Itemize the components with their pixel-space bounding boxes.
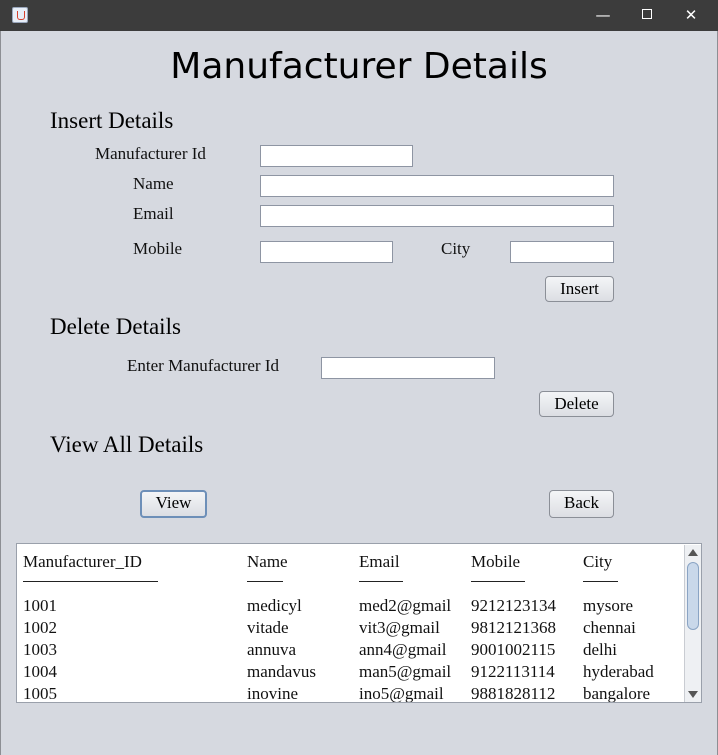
mobile-label: Mobile bbox=[133, 239, 183, 258]
vertical-scrollbar[interactable] bbox=[684, 545, 701, 702]
header-underline bbox=[471, 581, 525, 582]
column-header-city: City bbox=[583, 552, 613, 571]
table-cell: chennai bbox=[583, 618, 636, 637]
table-cell: 9812121368 bbox=[471, 618, 556, 637]
table-cell: 9122113114 bbox=[471, 662, 555, 681]
column-header-email: Email bbox=[359, 552, 400, 571]
maximize-button[interactable] bbox=[624, 0, 670, 31]
table-cell: vit3@gmail bbox=[359, 618, 440, 637]
delete-details-heading: Delete Details bbox=[50, 314, 181, 339]
name-label: Name bbox=[133, 174, 174, 193]
table-cell: hyderabad bbox=[583, 662, 654, 681]
table-cell: med2@gmail bbox=[359, 596, 452, 615]
scrollbar-thumb[interactable] bbox=[687, 562, 699, 630]
table-cell: medicyl bbox=[247, 596, 302, 615]
column-header-mobile: Mobile bbox=[471, 552, 521, 571]
name-input[interactable] bbox=[260, 175, 614, 197]
table-cell: 1004 bbox=[23, 662, 57, 681]
table-cell: man5@gmail bbox=[359, 662, 452, 681]
maximize-icon bbox=[642, 9, 652, 19]
close-button[interactable]: ✕ bbox=[668, 0, 714, 31]
table-cell: inovine bbox=[247, 684, 298, 703]
delete-manufacturer-id-input[interactable] bbox=[321, 357, 495, 379]
header-underline bbox=[583, 581, 618, 582]
city-label: City bbox=[441, 239, 471, 258]
table-cell: annuva bbox=[247, 640, 297, 659]
header-underline bbox=[23, 581, 158, 582]
mobile-input[interactable] bbox=[260, 241, 393, 263]
view-button[interactable]: View bbox=[140, 490, 207, 518]
table-cell: 9881828112 bbox=[471, 684, 556, 703]
header-underline bbox=[247, 581, 283, 582]
header-underline bbox=[359, 581, 403, 582]
table-cell: vitade bbox=[247, 618, 289, 637]
view-all-details-heading: View All Details bbox=[50, 432, 204, 457]
title-bar: — ✕ bbox=[0, 0, 718, 31]
table-cell: 1003 bbox=[23, 640, 57, 659]
back-button[interactable]: Back bbox=[549, 490, 614, 518]
email-input[interactable] bbox=[260, 205, 614, 227]
scroll-up-arrow-icon[interactable] bbox=[688, 549, 698, 556]
insert-button[interactable]: Insert bbox=[545, 276, 614, 302]
table-cell: delhi bbox=[583, 640, 617, 659]
manufacturer-id-input[interactable] bbox=[260, 145, 413, 167]
email-label: Email bbox=[133, 204, 174, 223]
insert-details-heading: Insert Details bbox=[50, 108, 174, 133]
column-header-manufacturer-id: Manufacturer_ID bbox=[23, 552, 142, 571]
enter-manufacturer-id-label: Enter Manufacturer Id bbox=[127, 356, 279, 375]
minimize-button[interactable]: — bbox=[580, 0, 626, 31]
table-cell: mandavus bbox=[247, 662, 316, 681]
table-cell: 1005 bbox=[23, 684, 57, 703]
manufacturer-id-label: Manufacturer Id bbox=[95, 144, 206, 163]
page-title: Manufacturer Details bbox=[170, 46, 548, 87]
scroll-down-arrow-icon[interactable] bbox=[688, 691, 698, 698]
java-app-icon bbox=[12, 7, 28, 23]
table-cell: mysore bbox=[583, 596, 634, 615]
table-cell: 9001002115 bbox=[471, 640, 556, 659]
table-cell: 1002 bbox=[23, 618, 57, 637]
table-cell: ann4@gmail bbox=[359, 640, 447, 659]
table-cell: ino5@gmail bbox=[359, 684, 444, 703]
column-header-name: Name bbox=[247, 552, 288, 571]
table-cell: 9212123134 bbox=[471, 596, 556, 615]
city-input[interactable] bbox=[510, 241, 614, 263]
delete-button[interactable]: Delete bbox=[539, 391, 614, 417]
details-table[interactable]: Manufacturer_ID Name Email Mobile City 1… bbox=[16, 543, 702, 703]
table-cell: 1001 bbox=[23, 596, 57, 615]
table-cell: bangalore bbox=[583, 684, 651, 703]
